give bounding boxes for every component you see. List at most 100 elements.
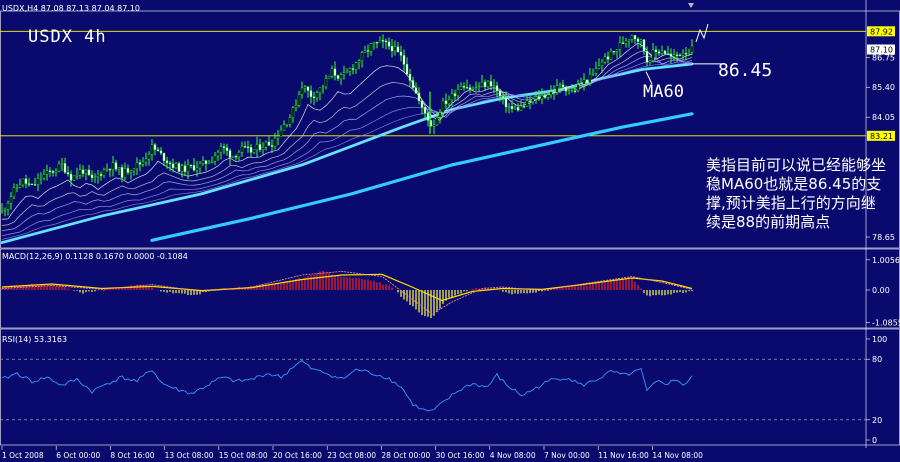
candle-body [267, 141, 271, 146]
ribbon-ma-line [1, 62, 693, 240]
candle-body [81, 169, 85, 174]
candle-body [123, 168, 127, 178]
candle-body [114, 162, 118, 170]
rsi-info-label: RSI(14) 53.3163 [2, 335, 68, 344]
candle-body [135, 162, 139, 170]
candle-body [396, 46, 400, 53]
candle-body [411, 80, 415, 89]
x-tick-label: 13 Oct 08:00 [165, 451, 214, 460]
price-tag-label: 87.92 [870, 27, 893, 36]
x-tick-label: 7 Nov 00:00 [544, 451, 590, 460]
candle-body [102, 169, 106, 176]
candle-body [537, 96, 541, 100]
candle-body [213, 155, 217, 162]
x-tick-label: 11 Nov 16:00 [598, 451, 649, 460]
candle-body [117, 167, 121, 170]
candle-body [459, 86, 463, 90]
candle-body [189, 164, 193, 167]
candle-body [318, 87, 322, 93]
candle-body [168, 162, 172, 165]
candle-body [675, 54, 679, 56]
candle-body [498, 90, 502, 97]
candle-body [141, 161, 145, 165]
candle-body [654, 49, 658, 52]
candle-body [678, 54, 682, 57]
x-tick-label: 30 Oct 16:00 [436, 451, 485, 460]
candle-body [234, 155, 238, 158]
candle-body [45, 170, 49, 175]
candle-body [450, 93, 454, 101]
candle-body [624, 40, 628, 44]
candle-body [564, 86, 568, 92]
ma60-line [0, 62, 694, 244]
candle-body [171, 163, 175, 169]
candle-body [510, 106, 514, 109]
analysis-comment: 美指目前可以说已经能够坐稳MA60也就是86.45的支撑,预计美指上行的方向继续… [706, 156, 887, 231]
candle-body [501, 96, 505, 98]
candle-body [183, 165, 187, 172]
candle-body [93, 176, 97, 178]
candle-body [471, 87, 475, 90]
candle-body [573, 90, 577, 92]
candle-body [333, 68, 337, 76]
candle-body [69, 173, 73, 181]
candle-body [447, 99, 451, 105]
forecast-arrow [695, 23, 709, 43]
candle-body [585, 79, 589, 83]
shift-marker [688, 3, 694, 8]
macd-y-tick-label: -1.0855 [872, 319, 900, 328]
candle-body [246, 146, 250, 148]
candle-body [636, 38, 640, 42]
candle-body [597, 65, 601, 69]
candle-body [9, 196, 13, 204]
candle-body [462, 86, 466, 88]
candle-body [78, 169, 82, 176]
candle-body [366, 50, 370, 52]
candle-body [24, 178, 28, 184]
candle-body [174, 163, 178, 169]
candle-body [423, 107, 427, 114]
candle-body [12, 187, 16, 197]
candle-body [312, 96, 316, 99]
candle-body [375, 41, 379, 44]
candle-body [468, 87, 472, 90]
candle-body [453, 93, 457, 97]
candle-body [507, 106, 511, 108]
candle-body [57, 163, 61, 172]
candle-body [6, 203, 10, 210]
candle-body [63, 163, 67, 173]
candle-body [618, 42, 622, 50]
candle-body [615, 49, 619, 52]
candle-body [297, 94, 301, 106]
candle-body [513, 107, 517, 109]
candle-body [3, 209, 7, 211]
candle-body [477, 86, 481, 88]
candle-body [39, 177, 43, 180]
candle-body [195, 167, 199, 171]
candle-body [354, 62, 358, 70]
candle-body [657, 51, 661, 54]
candle-body [36, 178, 40, 185]
candle-body [435, 117, 439, 126]
candle-body [528, 100, 532, 103]
candle-body [339, 74, 343, 79]
candle-body [378, 40, 382, 43]
candle-body [282, 124, 286, 131]
candle-body [18, 184, 22, 188]
candle-body [180, 165, 184, 172]
candle-body [357, 60, 361, 63]
candle-body [210, 161, 214, 163]
y-tick-label: 86.75 [872, 53, 895, 62]
candle-body [186, 164, 190, 172]
candle-body [147, 154, 151, 160]
candle-body [273, 137, 277, 147]
macd-y-tick-label: 0.00 [872, 286, 890, 295]
candle-body [534, 96, 538, 100]
candle-body [15, 187, 19, 189]
ma60-label: MA60 [643, 82, 684, 102]
candle-body [165, 160, 169, 164]
candle-body [405, 64, 409, 75]
candle-body [96, 174, 100, 177]
candle-body [426, 113, 430, 121]
support-level-label: 86.45 [718, 60, 773, 81]
